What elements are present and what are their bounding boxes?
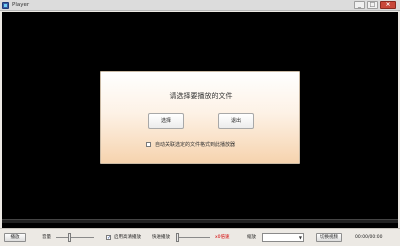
volume-slider[interactable] (56, 237, 94, 238)
close-button[interactable]: × (380, 1, 396, 9)
playback-time: 00:00/00:00 (355, 235, 383, 240)
fast-play-label: 快进播放 (152, 235, 170, 240)
maximize-button[interactable]: □ (367, 1, 378, 9)
dialog-prompt: 请选择要播放的文件 (169, 92, 233, 100)
hq-playback-label: 启用高清播放 (114, 235, 141, 240)
window-title: Player (12, 2, 30, 8)
file-select-dialog: 请选择要播放的文件 选择 退出 自动关联选定的文件格式到此播放器 (100, 71, 300, 164)
app-icon (2, 2, 9, 9)
associate-format-label: 自动关联选定的文件格式到此播放器 (155, 142, 236, 148)
title-bar: Player _ □ × (0, 0, 400, 11)
maximize-icon: □ (369, 1, 376, 8)
exit-button[interactable]: 退出 (218, 113, 254, 129)
play-button[interactable]: 播放 (4, 233, 26, 242)
volume-slider-thumb[interactable] (68, 233, 72, 242)
seek-bar[interactable] (2, 219, 398, 223)
associate-format-checkbox[interactable] (146, 142, 151, 147)
hq-playback-checkbox[interactable]: ✓ (106, 235, 112, 241)
dropdown-arrow-icon: ▼ (298, 235, 302, 240)
volume-label: 音量 (42, 235, 51, 240)
fast-play-slider[interactable] (176, 237, 210, 238)
select-file-button[interactable]: 选择 (148, 113, 184, 129)
minimize-icon: _ (358, 1, 361, 8)
control-toolbar: 播放 音量 ✓ 启用高清播放 快进播放 x0倍速 缩放 ▼ 切换视频 00:00… (0, 228, 400, 246)
scale-select[interactable]: ▼ (262, 233, 304, 242)
check-mark-icon: ✓ (107, 235, 112, 241)
scale-label: 缩放 (247, 235, 256, 240)
switch-video-button[interactable]: 切换视频 (316, 233, 342, 242)
speed-indicator: x0倍速 (215, 235, 230, 240)
close-icon: × (385, 1, 391, 8)
fast-play-slider-thumb[interactable] (176, 233, 179, 242)
minimize-button[interactable]: _ (354, 1, 365, 9)
